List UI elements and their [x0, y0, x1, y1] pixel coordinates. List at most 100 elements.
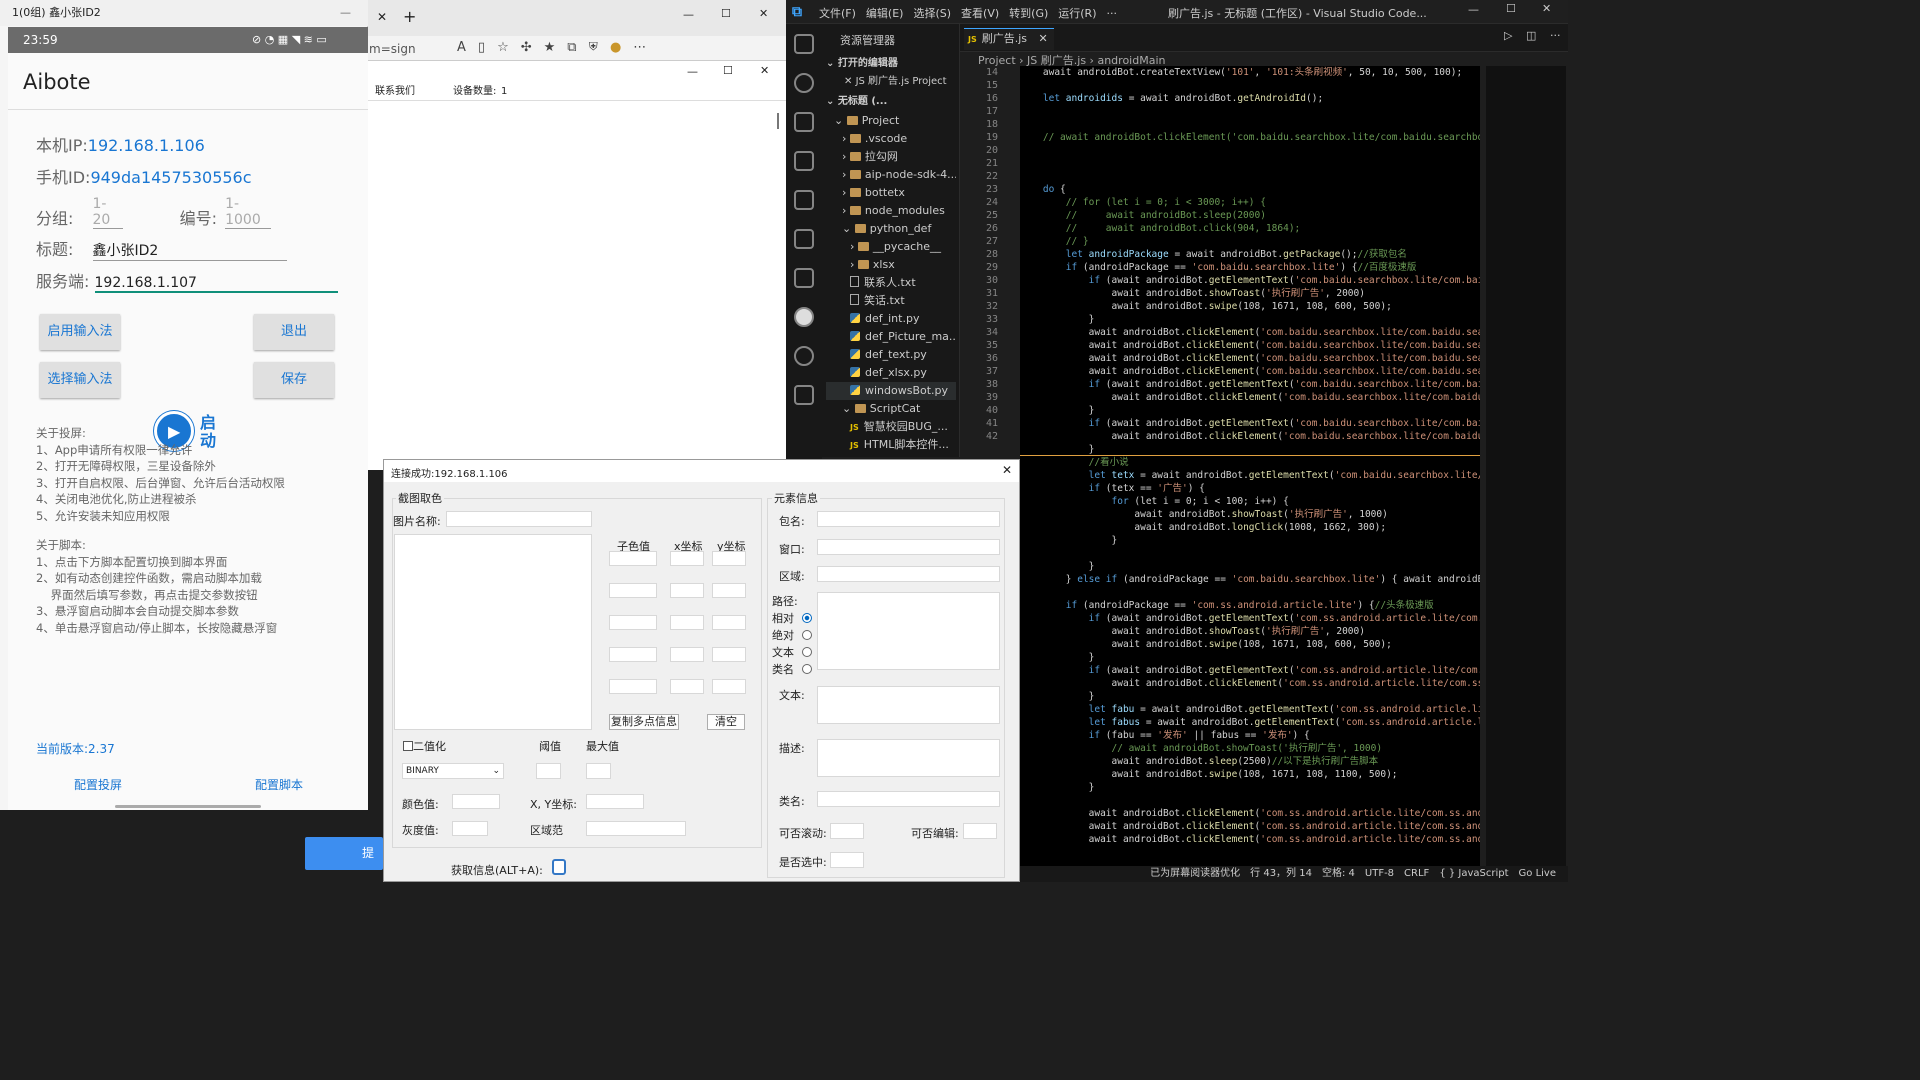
enable-ime-button[interactable]: 启用输入法 — [40, 314, 120, 350]
more-actions-icon[interactable]: ··· — [1550, 29, 1561, 42]
nav-config-cast[interactable]: 配置投屏 — [74, 776, 122, 793]
color-cell-input[interactable] — [670, 583, 704, 598]
code-editor[interactable]: await androidBot.createTextView('101', '… — [1020, 66, 1480, 866]
tree-item[interactable]: › __pycache__ — [826, 238, 956, 256]
tree-item[interactable]: 笑话.txt — [826, 292, 956, 310]
number-input[interactable]: 1-1000 — [225, 196, 272, 229]
tree-item[interactable]: def_int.py — [826, 310, 956, 328]
close-icon[interactable]: ✕ — [1039, 32, 1048, 45]
image-name-input[interactable] — [446, 511, 592, 527]
path-radio[interactable]: 绝对 — [772, 627, 812, 643]
nav-config-script[interactable]: 配置脚本 — [255, 776, 303, 793]
tree-item[interactable]: 联系人.txt — [826, 274, 956, 292]
area-input[interactable] — [817, 566, 1000, 582]
path-radio[interactable]: 相对 — [772, 610, 812, 626]
minimize-icon[interactable]: — — [1468, 3, 1479, 16]
scrollbar[interactable] — [777, 113, 779, 129]
color-cell-input[interactable] — [670, 647, 704, 662]
path-textarea[interactable] — [817, 592, 1000, 670]
remote-icon[interactable] — [794, 229, 814, 249]
favorite-icon[interactable]: ☆ — [497, 40, 521, 55]
text-textarea[interactable] — [817, 686, 1000, 724]
color-cell-input[interactable] — [609, 551, 657, 566]
tree-item[interactable]: ⌄ python_def — [826, 220, 956, 238]
color-value-input[interactable] — [452, 794, 500, 809]
menu-item[interactable]: 选择(S) — [913, 7, 951, 20]
window-input[interactable] — [817, 539, 1000, 555]
color-cell-input[interactable] — [712, 551, 746, 566]
maximize-icon[interactable]: ☐ — [721, 7, 731, 20]
tree-item[interactable]: › node_modules — [826, 202, 956, 220]
maxval-input[interactable] — [586, 763, 611, 779]
color-cell-input[interactable] — [712, 647, 746, 662]
tree-item[interactable]: › aip-node-sdk-4... — [826, 166, 956, 184]
threshold-input[interactable] — [536, 763, 561, 779]
color-cell-input[interactable] — [609, 583, 657, 598]
docker-icon[interactable] — [794, 385, 814, 405]
title-input[interactable]: 鑫小张ID2 — [92, 240, 287, 261]
collections-icon[interactable]: ⧉ — [567, 40, 588, 55]
tree-item[interactable]: def_xlsx.py — [826, 364, 956, 382]
tree-item[interactable]: › bottetx — [826, 184, 956, 202]
status-item[interactable]: 空格: 4 — [1322, 868, 1355, 879]
tree-item[interactable]: windowsBot.py — [826, 382, 956, 400]
close-icon[interactable]: ✕ — [1002, 463, 1012, 477]
avatar[interactable]: ● — [610, 40, 633, 55]
class-input[interactable] — [817, 791, 1000, 807]
window-controls-icon[interactable]: — — [340, 0, 351, 26]
tree-item[interactable]: › .vscode — [826, 130, 956, 148]
selected-input[interactable] — [830, 852, 864, 868]
copy-points-button[interactable]: 复制多点信息 — [609, 714, 679, 730]
color-cell-input[interactable] — [609, 615, 657, 630]
region-input[interactable] — [586, 821, 686, 836]
tree-item[interactable]: ⌄ ScriptCat — [826, 400, 956, 418]
save-button[interactable]: 保存 — [254, 362, 334, 398]
shield-icon[interactable]: ⛨ — [589, 40, 610, 55]
extensions-icon[interactable] — [794, 190, 814, 210]
split-editor-icon[interactable]: ◫ — [1526, 29, 1536, 42]
status-item[interactable]: 行 43，列 14 — [1250, 868, 1312, 879]
open-editors-header[interactable]: ⌄ 打开的编辑器 — [826, 54, 898, 69]
tab-active[interactable]: JS 刷广告.js ✕ — [964, 28, 1054, 50]
binary-select[interactable]: BINARY ⌄ — [402, 763, 504, 779]
binarize-checkbox[interactable]: 二值化 — [403, 738, 446, 754]
favorites-icon[interactable]: ★ — [544, 40, 568, 55]
close-icon[interactable]: ✕ — [1542, 2, 1551, 15]
server-input[interactable]: 192.168.1.107 — [94, 275, 338, 293]
status-item[interactable]: { } JavaScript — [1439, 868, 1508, 879]
color-cell-input[interactable] — [712, 583, 746, 598]
editable-input[interactable] — [963, 823, 997, 839]
xy-input[interactable] — [586, 794, 644, 809]
exit-button[interactable]: 退出 — [254, 314, 334, 350]
group-input[interactable]: 1-20 — [92, 196, 123, 229]
color-cell-input[interactable] — [670, 679, 704, 694]
tree-item[interactable]: def_text.py — [826, 346, 956, 364]
desc-textarea[interactable] — [817, 739, 1000, 777]
reader-icon[interactable]: ▯ — [478, 40, 497, 55]
menu-item[interactable]: 转到(G) — [1009, 7, 1048, 20]
image-preview[interactable] — [394, 534, 592, 730]
search-icon[interactable] — [794, 73, 814, 93]
color-cell-input[interactable] — [609, 679, 657, 694]
status-item[interactable]: CRLF — [1404, 868, 1429, 879]
run-icon[interactable]: ▷ — [1504, 29, 1512, 42]
open-editor-item[interactable]: ✕ JS 刷广告.js Project — [844, 72, 947, 87]
select-ime-button[interactable]: 选择输入法 — [40, 362, 120, 398]
run-debug-icon[interactable] — [794, 151, 814, 171]
source-control-icon[interactable] — [794, 112, 814, 132]
explorer-icon[interactable] — [794, 34, 814, 54]
status-item[interactable]: Go Live — [1519, 868, 1556, 879]
minimap[interactable] — [1486, 66, 1566, 866]
menu-item[interactable]: 查看(V) — [961, 7, 999, 20]
color-cell-input[interactable] — [712, 679, 746, 694]
new-tab-icon[interactable]: + — [403, 7, 416, 26]
contact-link[interactable]: 联系我们 — [375, 83, 415, 101]
extensions-icon[interactable]: ✣ — [521, 40, 544, 55]
workspace-header[interactable]: ⌄ 无标题 (... — [826, 92, 887, 107]
status-item[interactable]: UTF-8 — [1365, 868, 1394, 879]
minimize-icon[interactable]: — — [683, 8, 694, 21]
menu-item[interactable]: 文件(F) — [819, 7, 856, 20]
maximize-icon[interactable]: ☐ — [1506, 2, 1516, 15]
edge-icon[interactable] — [794, 346, 814, 366]
json-icon[interactable] — [794, 307, 814, 327]
